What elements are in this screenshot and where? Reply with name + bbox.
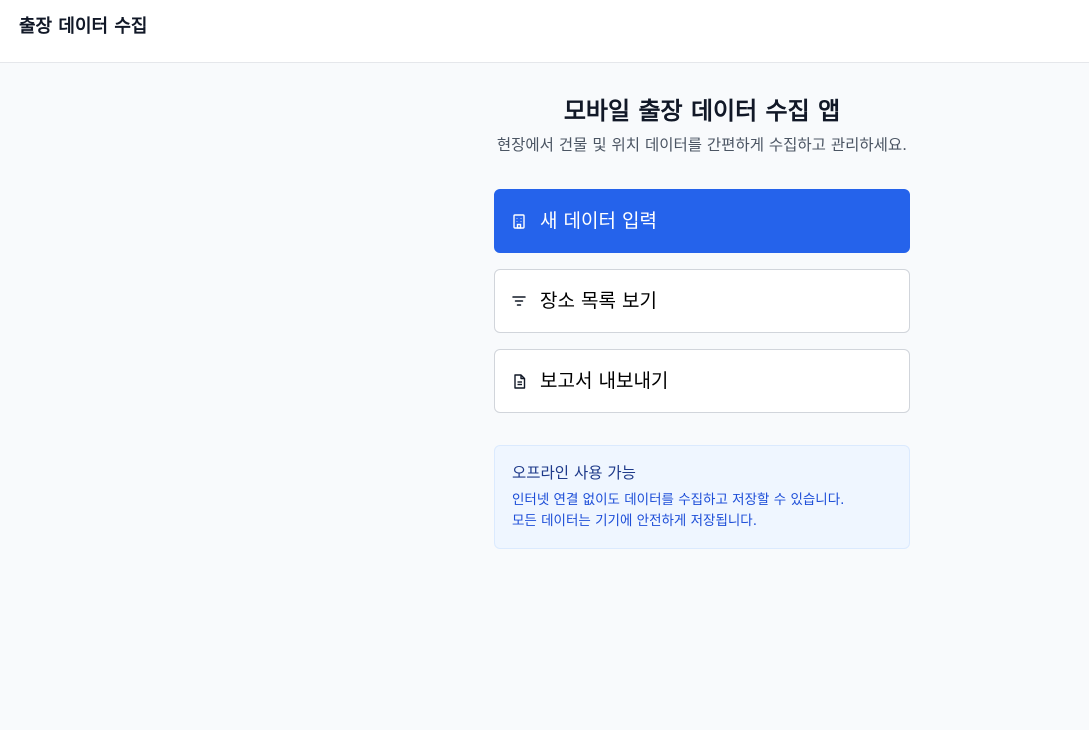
- export-report-label: 보고서 내보내기: [540, 370, 669, 392]
- building-icon: [511, 213, 527, 229]
- offline-info-title: 오프라인 사용 가능: [512, 464, 636, 482]
- main-content: 모바일 출장 데이터 수집 앱 현장에서 건물 및 위치 데이터를 간편하게 수…: [494, 95, 910, 549]
- offline-info-line-1: 인터넷 연결 없이도 데이터를 수집하고 저장할 수 있습니다.: [512, 492, 845, 508]
- offline-info-box: 오프라인 사용 가능 인터넷 연결 없이도 데이터를 수집하고 저장할 수 있습…: [494, 445, 910, 549]
- top-bar: 출장 데이터 수집: [0, 0, 1089, 63]
- new-data-label: 새 데이터 입력: [540, 210, 657, 232]
- document-icon: [511, 373, 527, 389]
- place-list-label: 장소 목록 보기: [540, 290, 657, 312]
- app-title: 출장 데이터 수집: [19, 16, 148, 37]
- new-data-button[interactable]: 새 데이터 입력: [494, 189, 910, 253]
- filter-icon: [511, 293, 527, 309]
- place-list-button[interactable]: 장소 목록 보기: [494, 269, 910, 333]
- action-list: 새 데이터 입력 장소 목록 보기 보고서 내보내기: [494, 189, 910, 413]
- page-title: 모바일 출장 데이터 수집 앱: [563, 97, 841, 125]
- offline-info-line-2: 모든 데이터는 기기에 안전하게 저장됩니다.: [512, 513, 758, 529]
- export-report-button[interactable]: 보고서 내보내기: [494, 349, 910, 413]
- offline-info-text: 인터넷 연결 없이도 데이터를 수집하고 저장할 수 있습니다. 모든 데이터는…: [512, 490, 892, 532]
- page-subtitle: 현장에서 건물 및 위치 데이터를 간편하게 수집하고 관리하세요.: [496, 136, 908, 154]
